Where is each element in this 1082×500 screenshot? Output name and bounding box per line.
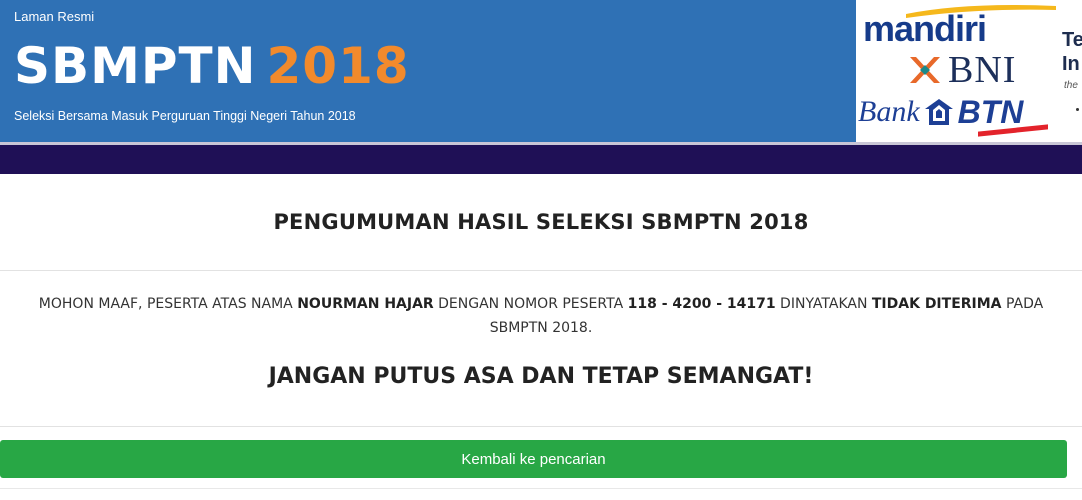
btn-house-icon	[924, 99, 953, 125]
participant-number: 118 - 4200 - 14171	[627, 296, 776, 312]
divider	[0, 488, 1082, 489]
bni-logo-text: BNI	[948, 49, 1017, 91]
header-subtitle: Seleksi Bersama Masuk Perguruan Tinggi N…	[14, 109, 356, 123]
encouragement-slogan: JANGAN PUTUS ASA DAN TETAP SEMANGAT!	[268, 364, 814, 389]
result-message: MOHON MAAF, PESERTA ATAS NAMA NOURMAN HA…	[8, 292, 1074, 340]
message-text-1: MOHON MAAF, PESERTA ATAS NAMA	[38, 296, 298, 312]
telkom-logo-line2: In	[1062, 53, 1080, 75]
header-kicker: Laman Resmi	[14, 9, 95, 24]
btn-bank-text: Bank	[858, 95, 920, 128]
mandiri-logo: mandiri	[863, 8, 987, 49]
btn-logo-text: BTN	[957, 93, 1024, 130]
site-logo-text[interactable]: SBMPTN 2018	[14, 34, 410, 98]
telkom-logo: Te In	[1062, 28, 1082, 76]
telkom-dot	[1076, 108, 1079, 111]
back-to-search-button[interactable]: Kembali ke pencarian	[0, 440, 1067, 478]
bni-mark-icon	[910, 57, 940, 83]
bni-logo: BNI	[908, 49, 1017, 91]
btn-logo: Bank BTN	[858, 94, 1023, 130]
brand-year: 2018	[266, 37, 410, 95]
divider	[0, 270, 1082, 271]
navbar	[0, 145, 1082, 174]
message-text-2: DENGAN NOMOR PESERTA	[433, 296, 628, 312]
sponsor-logos: mandiri BNI Bank BTN Te In the	[856, 0, 1082, 142]
telkom-tagline: the	[1064, 80, 1078, 91]
result-status: TIDAK DITERIMA	[871, 296, 1002, 312]
message-text-3: DINYATAKAN	[775, 296, 872, 312]
participant-name: NOURMAN HAJAR	[297, 296, 434, 312]
brand-name: SBMPTN	[14, 37, 257, 95]
page-title: PENGUMUMAN HASIL SELEKSI SBMPTN 2018	[273, 210, 809, 234]
telkom-logo-line1: Te	[1062, 29, 1082, 51]
site-header: Laman Resmi SBMPTN 2018 Seleksi Bersama M…	[0, 0, 1082, 142]
header-branding: Laman Resmi SBMPTN 2018 Seleksi Bersama M…	[0, 0, 856, 142]
divider	[0, 426, 1082, 427]
